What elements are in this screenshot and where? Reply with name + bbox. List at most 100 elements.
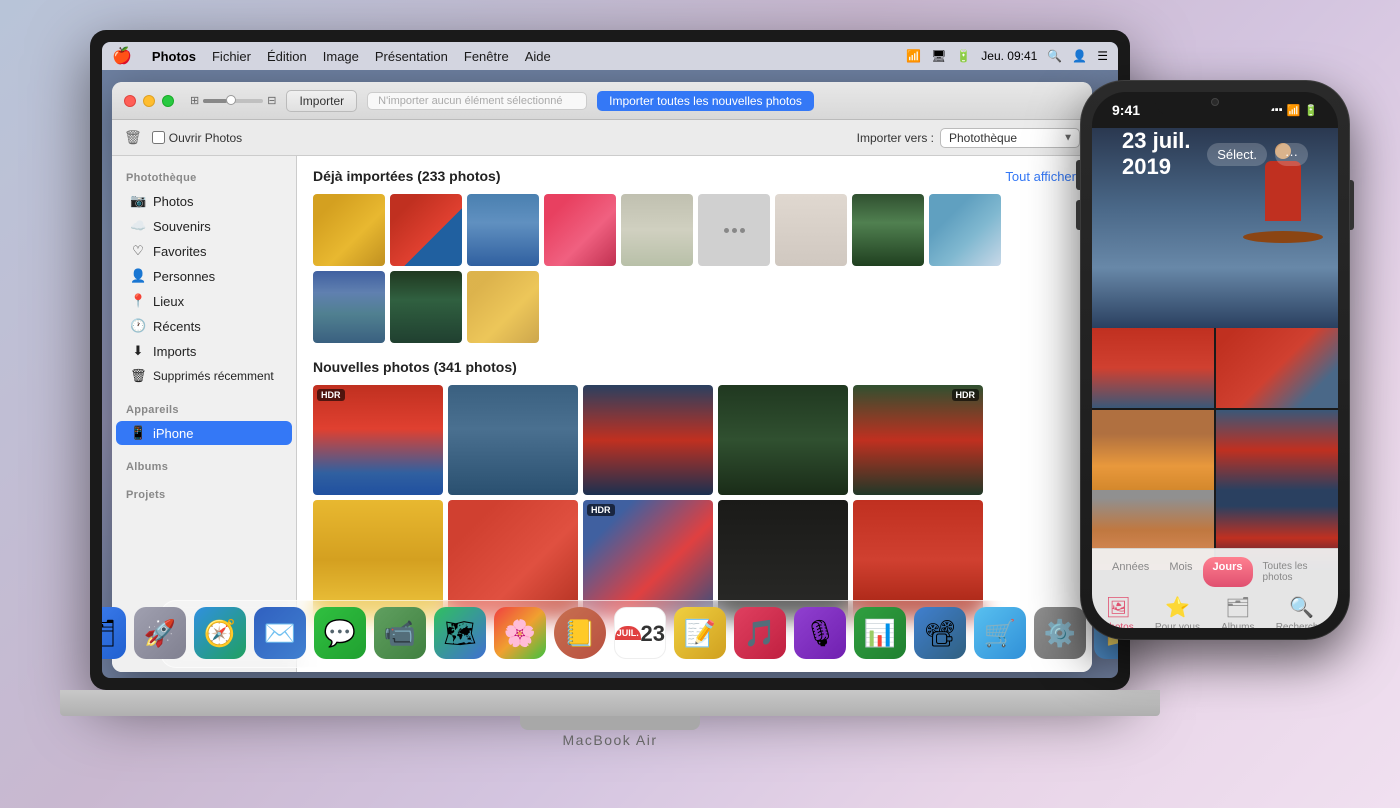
dock-launchpad[interactable]: 🚀 (134, 607, 186, 659)
dock-photos[interactable]: 🌸 (494, 607, 546, 659)
maximize-button[interactable] (162, 95, 174, 107)
open-photos-checkbox[interactable] (152, 131, 165, 144)
dock-system-prefs[interactable]: ⚙️ (1034, 607, 1086, 659)
menu-aide[interactable]: Aide (525, 49, 551, 64)
albums-section-label: Albums (112, 453, 296, 477)
sidebar-photos-label: Photos (153, 194, 193, 209)
menu-edition[interactable]: Édition (267, 49, 307, 64)
tab-mois[interactable]: Mois (1159, 557, 1202, 587)
macbook-base (60, 690, 1160, 716)
new-photos-header: Nouvelles photos (341 photos) (313, 359, 1076, 375)
iphone-more-button[interactable]: ··· (1275, 143, 1308, 166)
sidebar-favorites-label: Favorites (153, 244, 206, 259)
dock-music[interactable]: 🎵 (734, 607, 786, 659)
dock-messages[interactable]: 💬 (314, 607, 366, 659)
dock-keynote[interactable]: 📽 (914, 607, 966, 659)
minimize-button[interactable] (143, 95, 155, 107)
personnes-icon: 👤 (130, 268, 146, 284)
photo-thumb[interactable]: HDR (313, 385, 443, 495)
sidebar-item-supprimes[interactable]: 🗑 Supprimés récemment (116, 364, 292, 388)
iphone-bottom-tabs: Années Mois Jours Toutes les photos 🖼 Ph… (1092, 548, 1338, 628)
photo-thumb[interactable] (390, 194, 462, 266)
see-all-button[interactable]: Tout afficher (1005, 169, 1076, 184)
sidebar-item-personnes[interactable]: 👤 Personnes (116, 264, 292, 288)
iphone-power-button[interactable] (1350, 180, 1354, 230)
iphone-tab-photos[interactable]: 🖼 Photos (1103, 595, 1134, 628)
photo-thumb[interactable] (467, 271, 539, 343)
dock-finder[interactable]: 🗂 (102, 607, 126, 659)
menu-image[interactable]: Image (323, 49, 359, 64)
user-icon[interactable]: 👤 (1072, 49, 1087, 63)
sidebar-item-souvenirs[interactable]: ☁️ Souvenirs (116, 214, 292, 238)
close-button[interactable] (124, 95, 136, 107)
dock-maps[interactable]: 🗺 (434, 607, 486, 659)
photo-thumb[interactable] (775, 194, 847, 266)
photo-thumb[interactable] (313, 271, 385, 343)
dock-facetime[interactable]: 📹 (374, 607, 426, 659)
tab-annees[interactable]: Années (1102, 557, 1159, 587)
apple-menu-icon[interactable]: 🍎 (112, 46, 132, 66)
iphone-volume-down[interactable] (1076, 200, 1080, 230)
photo-thumb[interactable] (929, 194, 1001, 266)
already-imported-header: Déjà importées (233 photos) Tout affiche… (313, 168, 1076, 184)
trash-icon[interactable]: 🗑 (124, 129, 142, 146)
dock-mail[interactable]: ✉️ (254, 607, 306, 659)
iphone-main-photo[interactable]: 23 juil. 2019 Sélect. ··· (1092, 128, 1338, 328)
iphone-tab-foryou[interactable]: ⭐ Pour vous (1155, 595, 1200, 628)
already-imported-grid (313, 194, 1076, 343)
dock-notes[interactable]: 📝 (674, 607, 726, 659)
iphone-grid-photo[interactable] (1216, 328, 1338, 408)
iphone-grid-photo[interactable] (1092, 328, 1214, 408)
photo-thumb[interactable] (852, 194, 924, 266)
dock-contacts[interactable]: 📒 (554, 607, 606, 659)
recents-icon: 🕐 (130, 318, 146, 334)
size-slider[interactable]: ⊞ ⊟ (190, 94, 276, 107)
dock-podcasts[interactable]: 🎙 (794, 607, 846, 659)
menu-fenetre[interactable]: Fenêtre (464, 49, 509, 64)
tab-jours[interactable]: Jours (1203, 557, 1253, 587)
photo-thumb[interactable] (544, 194, 616, 266)
sidebar-item-imports[interactable]: ⬇ Imports (116, 339, 292, 363)
menu-presentation[interactable]: Présentation (375, 49, 448, 64)
iphone-grid-photo[interactable] (1216, 410, 1338, 490)
photo-thumb[interactable] (390, 271, 462, 343)
iphone-tab-albums[interactable]: 🗂 Albums (1221, 595, 1254, 628)
iphone-grid-photo[interactable] (1092, 410, 1214, 490)
menu-fichier[interactable]: Fichier (212, 49, 251, 64)
dock-numbers[interactable]: 📊 (854, 607, 906, 659)
import-button[interactable]: Importer (286, 90, 357, 112)
sidebar-imports-label: Imports (153, 344, 196, 359)
iphone-status-icons: ▪▪▪ 📶 🔋 (1271, 104, 1318, 117)
photo-thumb[interactable] (313, 194, 385, 266)
photo-thumb[interactable] (583, 385, 713, 495)
photo-thumb[interactable] (467, 194, 539, 266)
iphone-volume-up[interactable] (1076, 160, 1080, 190)
app-name[interactable]: Photos (152, 49, 196, 64)
import-all-button[interactable]: Importer toutes les nouvelles photos (597, 91, 814, 111)
sidebar-item-photos[interactable]: 📷 Photos (116, 189, 292, 213)
photo-thumb[interactable] (718, 385, 848, 495)
sidebar-item-lieux[interactable]: 📍 Lieux (116, 289, 292, 313)
tab-all-photos[interactable]: Toutes les photos (1253, 557, 1328, 587)
iphone-tab-search[interactable]: 🔍 Rechercher (1276, 595, 1328, 628)
dock-appstore[interactable]: 🛒 (974, 607, 1026, 659)
photo-thumb[interactable]: HDR (853, 385, 983, 495)
open-photos-checkbox-area[interactable]: Ouvrir Photos (152, 131, 242, 145)
menu-icon[interactable]: ☰ (1097, 49, 1108, 63)
iphone-screen: 9:41 ▪▪▪ 📶 🔋 23 juil. 2019 (1092, 92, 1338, 628)
photo-thumb[interactable] (621, 194, 693, 266)
sidebar-item-iphone[interactable]: 📱 iPhone (116, 421, 292, 445)
library-section-label: Photothèque (112, 164, 296, 188)
sidebar-item-recents[interactable]: 🕐 Récents (116, 314, 292, 338)
phototheque-select[interactable]: Photothèque ▼ (940, 128, 1080, 148)
iphone-battery-icon: 🔋 (1304, 104, 1318, 117)
dock-calendar[interactable]: JUIL. 23 (614, 607, 666, 659)
sidebar-lieux-label: Lieux (153, 294, 184, 309)
iphone-select-button[interactable]: Sélect. (1207, 143, 1267, 166)
dock-safari[interactable]: 🧭 (194, 607, 246, 659)
hdr-badge: HDR (952, 389, 980, 401)
sidebar-souvenirs-label: Souvenirs (153, 219, 211, 234)
photo-thumb[interactable] (448, 385, 578, 495)
sidebar-item-favorites[interactable]: ♡ Favorites (116, 239, 292, 263)
search-icon[interactable]: 🔍 (1047, 49, 1062, 63)
